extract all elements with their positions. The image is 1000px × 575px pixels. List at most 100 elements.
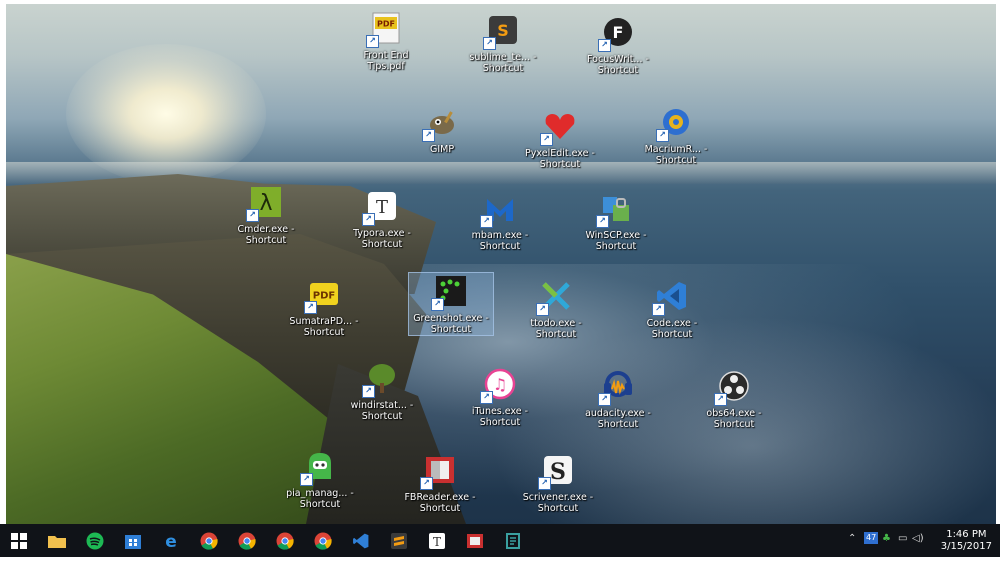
svg-text:PDF: PDF — [377, 20, 395, 29]
taskbar-vscode[interactable] — [348, 528, 374, 554]
desktop-icon-winscp[interactable]: ↗ WinSCP.exe - Shortcut — [574, 190, 658, 252]
desktop-icon-sublime[interactable]: S ↗ sublime_te... - Shortcut — [461, 12, 545, 74]
desktop-icon-windirstat[interactable]: ↗ windirstat... - Shortcut — [340, 360, 424, 422]
desktop-icon-label: audacity.exe - Shortcut — [585, 408, 651, 430]
taskbar-chrome-4[interactable] — [310, 528, 336, 554]
winscp-icon: ↗ — [596, 190, 634, 228]
scrivener-icon: S ↗ — [538, 452, 576, 490]
shortcut-arrow-icon: ↗ — [540, 133, 553, 146]
desktop-icon-label: windirstat... - Shortcut — [350, 400, 414, 422]
audacity-icon: ↗ — [598, 368, 636, 406]
desktop-icon-label: GIMP — [429, 144, 455, 155]
desktop-icon-macrium[interactable]: ↗ MacriumR... - Shortcut — [634, 104, 718, 166]
desktop-icon-audacity[interactable]: ↗ audacity.exe - Shortcut — [576, 368, 660, 430]
network-icon[interactable]: ▭ — [898, 533, 907, 544]
fbreader-icon: ↗ — [420, 452, 458, 490]
tray-badge[interactable]: 47 — [864, 532, 879, 544]
reader-icon — [467, 534, 483, 548]
taskbar-chrome-1[interactable] — [196, 528, 222, 554]
desktop-icon-scrivener[interactable]: S ↗ Scrivener.exe - Shortcut — [516, 452, 600, 514]
desktop-icon-label: Code.exe - Shortcut — [646, 318, 698, 340]
screen-bezel — [0, 557, 1000, 575]
desktop-icon-label: Scrivener.exe - Shortcut — [522, 492, 594, 514]
svg-text:PDF: PDF — [313, 291, 335, 302]
vscode-icon: ↗ — [652, 278, 690, 316]
desktop-icon-todo[interactable]: ↗ ttodo.exe - Shortcut — [514, 278, 598, 340]
chrome-icon — [276, 532, 294, 550]
lambda-icon: λ ↗ — [246, 184, 284, 222]
pdf-file-icon: PDF ↗ — [366, 10, 404, 48]
taskbar-edge[interactable]: e — [158, 528, 184, 554]
desktop-icon-label: PyxelEdit.exe - Shortcut — [525, 148, 595, 170]
desktop-icon-itunes[interactable]: ♫ ↗ iTunes.exe - Shortcut — [458, 366, 542, 428]
taskbar-file-explorer[interactable] — [44, 528, 70, 554]
taskbar-store[interactable] — [120, 528, 146, 554]
tray-app-icon[interactable]: ♣ — [882, 533, 891, 544]
chrome-icon — [200, 532, 218, 550]
gimp-icon: ↗ — [422, 104, 460, 142]
desktop-icon-mbam[interactable]: ↗ mbam.exe - Shortcut — [458, 190, 542, 252]
chrome-icon — [314, 532, 332, 550]
desktop-icon-label: sublime_te... - Shortcut — [469, 52, 537, 74]
desktop-icon-label: mbam.exe - Shortcut — [471, 230, 529, 252]
shortcut-arrow-icon: ↗ — [304, 301, 317, 314]
shortcut-arrow-icon: ↗ — [714, 393, 727, 406]
desktop-icon-label: iTunes.exe - Shortcut — [471, 406, 529, 428]
taskbar-chrome-2[interactable] — [234, 528, 260, 554]
desktop-icon-label: ttodo.exe - Shortcut — [530, 318, 582, 340]
clock[interactable]: 1:46 PM 3/15/2017 — [941, 529, 992, 553]
desktop-icon-greenshot[interactable]: ↗ Greenshot.exe - Shortcut — [408, 272, 494, 336]
system-tray: ⌃ 47 ♣ ▭ ◁) 1:46 PM 3/15/2017 — [840, 524, 1000, 557]
shortcut-arrow-icon: ↗ — [656, 129, 669, 142]
pia-robot-icon: ↗ — [300, 448, 338, 486]
desktop-icon-fbreader[interactable]: ↗ FBReader.exe - Shortcut — [398, 452, 482, 514]
desktop-icon-label: Typora.exe - Shortcut — [353, 228, 411, 250]
taskbar-app[interactable] — [500, 528, 526, 554]
shortcut-arrow-icon: ↗ — [246, 209, 259, 222]
chevron-up-icon[interactable]: ⌃ — [848, 533, 856, 544]
shortcut-arrow-icon: ↗ — [596, 215, 609, 228]
greenshot-icon: ↗ — [431, 273, 469, 311]
shortcut-arrow-icon: ↗ — [300, 473, 313, 486]
taskbar-sublime[interactable] — [386, 528, 412, 554]
desktop-icon-sumatra[interactable]: PDF ↗ SumatraPD... - Shortcut — [282, 276, 366, 338]
shortcut-arrow-icon: ↗ — [431, 298, 444, 311]
spotify-icon — [86, 532, 104, 550]
taskbar-typora[interactable]: T — [424, 528, 450, 554]
vscode-icon — [353, 533, 369, 549]
svg-text:S: S — [497, 21, 509, 40]
desktop-icon-label: MacriumR... - Shortcut — [644, 144, 708, 166]
taskbar-reader[interactable] — [462, 528, 488, 554]
desktop-icon-pia[interactable]: ↗ pia_manag... - Shortcut — [278, 448, 362, 510]
malwarebytes-icon: ↗ — [480, 190, 518, 228]
shortcut-arrow-icon: ↗ — [362, 213, 375, 226]
taskbar-spotify[interactable] — [82, 528, 108, 554]
desktop-icon-obs[interactable]: ↗ obs64.exe - Shortcut — [692, 368, 776, 430]
desktop-icon-front-end-tips[interactable]: PDF ↗ Front End Tips.pdf — [344, 10, 428, 72]
desktop-icon-typora[interactable]: T ↗ Typora.exe - Shortcut — [340, 188, 424, 250]
shortcut-arrow-icon: ↗ — [598, 39, 611, 52]
clock-date: 3/15/2017 — [940, 541, 992, 552]
desktop-icon-label: Front End Tips.pdf — [363, 50, 409, 72]
start-button[interactable] — [6, 528, 32, 554]
desktop-icon-gimp[interactable]: ↗ GIMP — [400, 104, 484, 155]
desktop-icon-vscode[interactable]: ↗ Code.exe - Shortcut — [630, 278, 714, 340]
desktop-icon-label: pia_manag... - Shortcut — [286, 488, 354, 510]
sublime-text-icon — [391, 533, 407, 549]
desktop-icon-label: FBReader.exe - Shortcut — [404, 492, 476, 514]
desktop[interactable]: PDF ↗ Front End Tips.pdf S ↗ sublime_te.… — [6, 4, 996, 524]
macrium-icon: ↗ — [656, 104, 694, 142]
shortcut-arrow-icon: ↗ — [366, 35, 379, 48]
volume-icon[interactable]: ◁) — [912, 533, 924, 544]
store-icon — [125, 535, 141, 549]
desktop-icon-label: WinSCP.exe - Shortcut — [585, 230, 647, 252]
svg-text:T: T — [433, 535, 441, 549]
taskbar-chrome-3[interactable] — [272, 528, 298, 554]
focuswriter-icon: F ↗ — [598, 14, 636, 52]
desktop-icon-focuswriter[interactable]: F ↗ FocusWrit... - Shortcut — [576, 14, 660, 76]
app-icon — [506, 533, 520, 549]
desktop-icon-pyxeledit[interactable]: ↗ PyxelEdit.exe - Shortcut — [518, 108, 602, 170]
desktop-icon-cmder[interactable]: λ ↗ Cmder.exe - Shortcut — [224, 184, 308, 246]
desktop-icon-label: obs64.exe - Shortcut — [706, 408, 762, 430]
desktop-icon-label: SumatraPD... - Shortcut — [289, 316, 359, 338]
